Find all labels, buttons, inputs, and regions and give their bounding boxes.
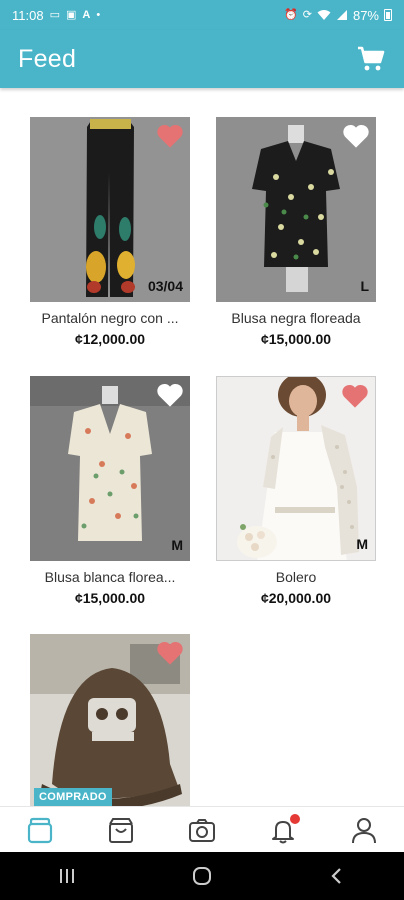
product-card[interactable]: 03/04 Pantalón negro con ... ¢12,000.00	[30, 117, 190, 347]
product-name: Blusa blanca florea...	[44, 569, 176, 585]
product-image[interactable]: M	[30, 376, 190, 561]
nav-feed[interactable]	[20, 810, 60, 850]
recents-icon	[60, 869, 75, 883]
product-image[interactable]: 03/04	[30, 117, 190, 302]
heart-icon[interactable]	[341, 383, 369, 409]
dot-icon: •	[96, 8, 101, 21]
size-tag: M	[356, 536, 368, 552]
status-right: ⏰ ⟳ 87%	[284, 8, 392, 23]
page-title: Feed	[18, 44, 77, 73]
app-bar: Feed	[0, 30, 404, 88]
product-card[interactable]: M Bolero ¢20,000.00	[216, 376, 376, 606]
product-price: ¢15,000.00	[74, 590, 146, 606]
home-button[interactable]	[182, 856, 222, 896]
size-tag: M	[171, 537, 183, 553]
status-bar: 11:08 ▭ ▣ A • ⏰ ⟳ 87%	[0, 0, 404, 30]
profile-icon	[351, 817, 376, 843]
back-icon	[331, 868, 341, 884]
system-nav-bar	[0, 852, 404, 900]
laptop-icon: ▭	[49, 8, 60, 21]
nav-notifications[interactable]	[263, 810, 303, 850]
product-image[interactable]: L	[216, 117, 376, 302]
product-card[interactable]: L Blusa negra floreada ¢15,000.00	[216, 117, 376, 347]
product-name: Bolero	[275, 569, 317, 585]
heart-icon[interactable]	[156, 382, 184, 408]
battery-icon	[384, 9, 392, 21]
size-tag: L	[360, 278, 369, 294]
heart-icon[interactable]	[342, 123, 370, 149]
battery-percent: 87%	[352, 7, 379, 23]
camera-icon	[188, 818, 215, 842]
size-tag: 03/04	[147, 278, 183, 294]
product-name: Blusa negra floreada	[231, 310, 361, 326]
product-feed: 03/04 Pantalón negro con ... ¢12,000.00	[0, 88, 404, 806]
product-name: Pantalón negro con ...	[41, 310, 179, 326]
wifi-icon	[317, 10, 331, 20]
product-card[interactable]: COMPRADO	[30, 634, 190, 806]
a-icon: A	[82, 8, 91, 21]
shopping-bag-icon	[109, 817, 134, 843]
image-icon: ▣	[65, 8, 77, 21]
cart-button[interactable]	[356, 44, 386, 74]
nav-camera[interactable]	[182, 810, 222, 850]
product-image[interactable]: COMPRADO	[30, 634, 190, 806]
feed-icon	[28, 817, 53, 843]
nav-shop[interactable]	[101, 810, 141, 850]
back-button[interactable]	[317, 856, 357, 896]
home-icon	[192, 867, 211, 885]
heart-icon[interactable]	[156, 640, 184, 666]
sold-badge: COMPRADO	[34, 788, 112, 806]
product-price: ¢20,000.00	[260, 590, 332, 606]
product-card[interactable]: M Blusa blanca florea... ¢15,000.00	[30, 376, 190, 606]
product-price: ¢15,000.00	[260, 331, 332, 347]
product-price: ¢12,000.00	[74, 331, 146, 347]
nav-profile[interactable]	[344, 810, 384, 850]
alarm-icon: ⏰	[284, 8, 298, 21]
clock: 11:08	[12, 7, 44, 23]
sync-icon: ⟳	[302, 8, 312, 21]
status-left: 11:08 ▭ ▣ A •	[12, 8, 100, 23]
product-image[interactable]: M	[216, 376, 376, 561]
cart-icon	[358, 46, 385, 71]
signal-icon	[336, 10, 347, 20]
heart-icon[interactable]	[156, 123, 184, 149]
notification-badge	[289, 813, 300, 824]
recents-button[interactable]	[47, 856, 87, 896]
bottom-nav	[0, 806, 404, 852]
